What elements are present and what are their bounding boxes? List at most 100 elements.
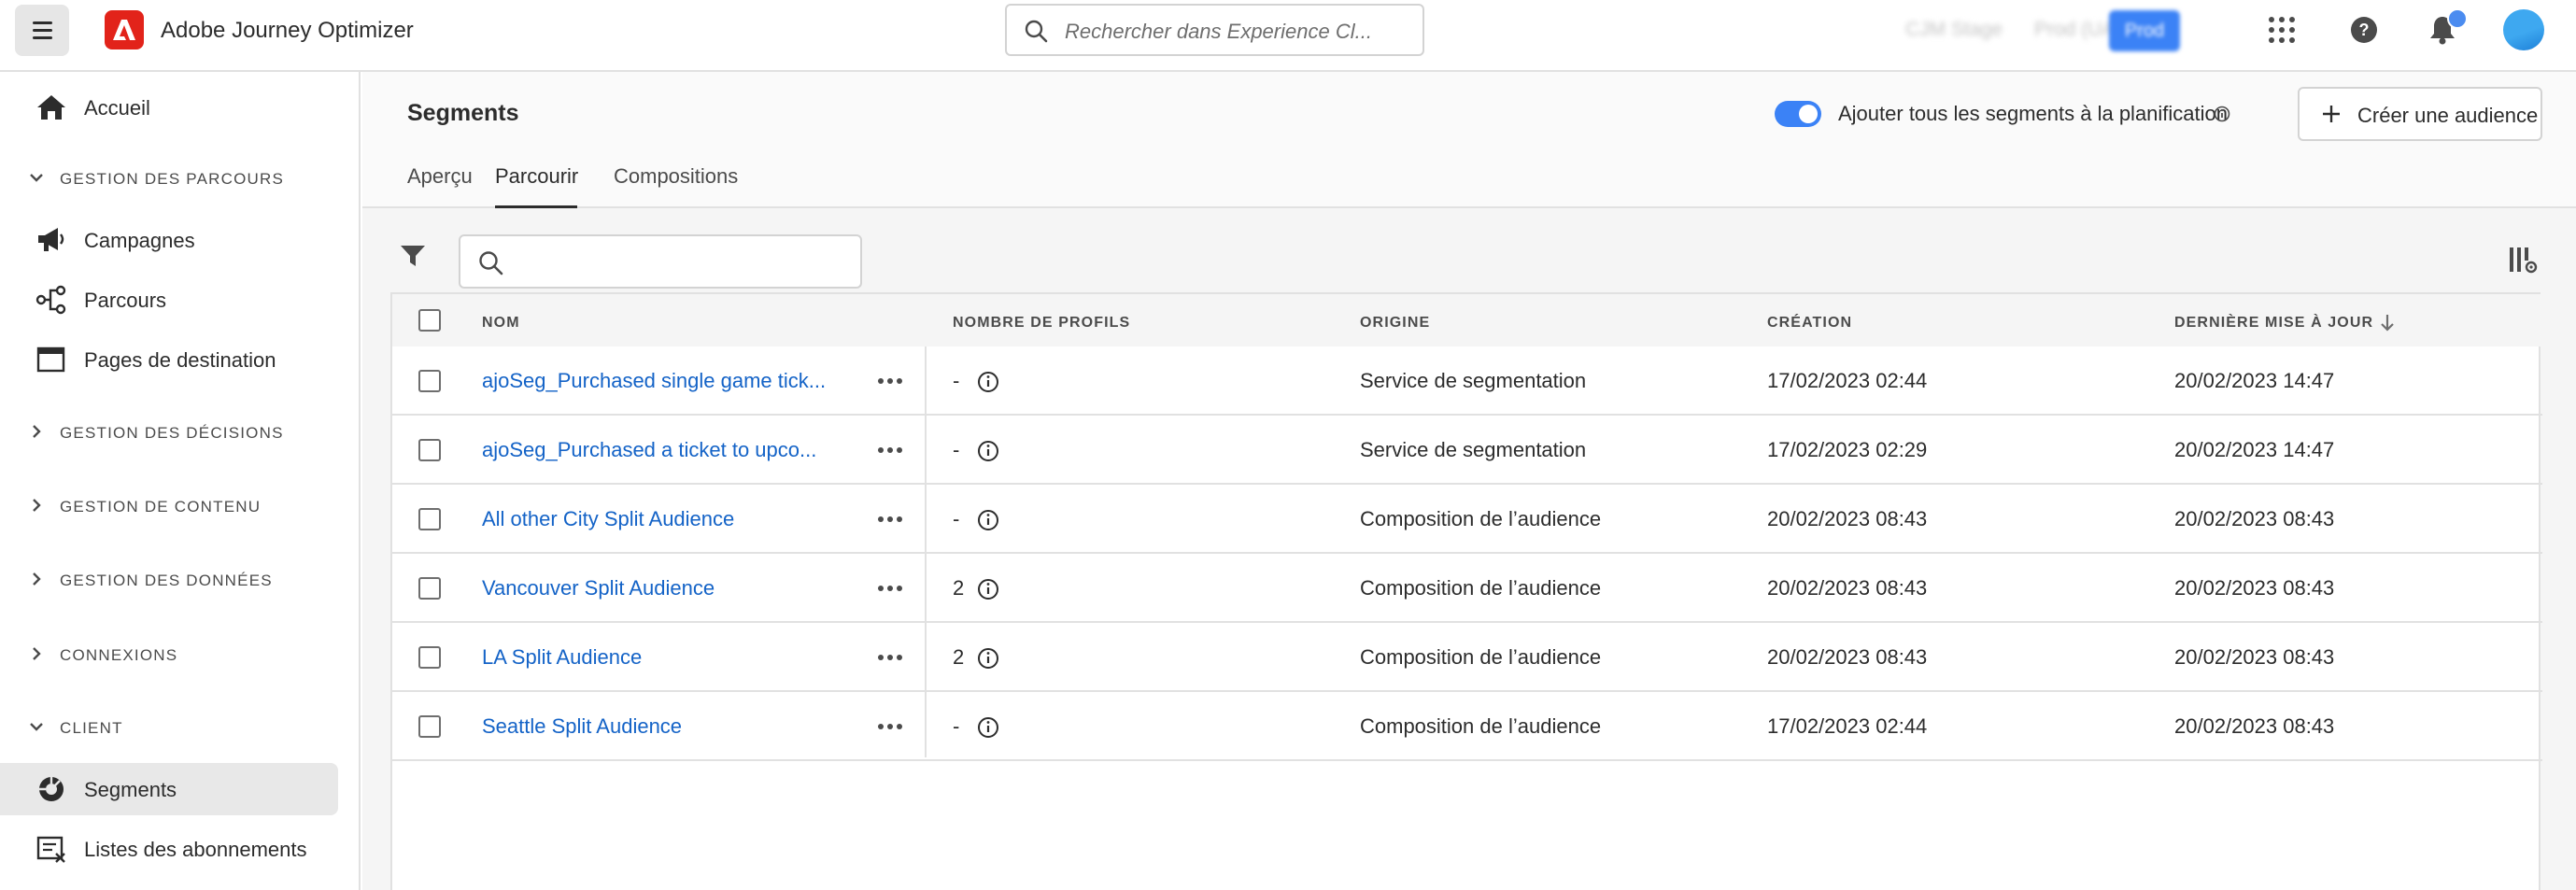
search-icon xyxy=(1025,20,1048,43)
sidebar-item-landing-pages[interactable]: Pages de destination xyxy=(0,333,338,386)
table-row[interactable]: ajoSeg_Purchased a ticket to upco... - Ser… xyxy=(392,416,2542,485)
sidebar-item-label: Pages de destination xyxy=(84,348,276,372)
sidebar-section-label: CONNEXIONS xyxy=(60,646,178,664)
column-header-profiles[interactable]: NOMBRE DE PROFILS xyxy=(953,315,1130,332)
tab-compositions[interactable]: Compositions xyxy=(614,164,744,208)
row-checkbox[interactable] xyxy=(418,508,441,530)
info-icon[interactable] xyxy=(977,716,999,739)
sidebar-item-home[interactable]: Accueil xyxy=(0,81,338,134)
segment-name-link[interactable]: LA Split Audience xyxy=(482,645,642,670)
column-header-name[interactable]: NOM xyxy=(482,315,520,332)
row-checkbox[interactable] xyxy=(418,646,441,669)
info-icon[interactable] xyxy=(977,647,999,670)
sidebar-section-connections[interactable]: CONNEXIONS xyxy=(0,634,336,675)
sidebar-section-label: GESTION DES PARCOURS xyxy=(60,170,284,188)
segment-name-link[interactable]: All other City Split Audience xyxy=(482,507,734,531)
adobe-logo[interactable] xyxy=(105,10,144,49)
created-date: 17/02/2023 02:44 xyxy=(1767,714,1928,738)
segment-search-input[interactable] xyxy=(459,234,862,289)
app-title[interactable]: Adobe Journey Optimizer xyxy=(161,18,414,44)
more-actions-icon[interactable] xyxy=(878,447,902,453)
search-icon xyxy=(479,251,503,275)
sort-descending-icon[interactable] xyxy=(2380,314,2395,332)
table-row[interactable]: Seattle Split Audience - Composition de l’… xyxy=(392,692,2542,761)
sidebar-section-data[interactable]: GESTION DES DONNÉES xyxy=(0,559,336,600)
column-header-created[interactable]: CRÉATION xyxy=(1767,315,1852,332)
segments-icon xyxy=(39,777,64,801)
column-header-origin[interactable]: ORIGINE xyxy=(1360,315,1430,332)
tab-browse[interactable]: Parcourir xyxy=(495,164,578,208)
created-date: 17/02/2023 02:44 xyxy=(1767,369,1928,392)
help-icon[interactable]: ? xyxy=(2350,16,2378,44)
sidebar-item-subscription-lists[interactable]: Listes des abonnements xyxy=(0,823,338,875)
updated-date: 20/02/2023 08:43 xyxy=(2174,507,2335,530)
info-icon[interactable] xyxy=(977,371,999,393)
top-bar: Adobe Journey Optimizer Rechercher dans … xyxy=(0,0,2576,72)
subscription-list-icon xyxy=(36,836,65,863)
table-row[interactable]: ajoSeg_Purchased single game tick... - Ser… xyxy=(392,346,2542,416)
environment-badge[interactable]: Prod xyxy=(2109,10,2180,51)
profile-count: - xyxy=(953,369,960,392)
sidebar-section-decisions[interactable]: GESTION DES DÉCISIONS xyxy=(0,412,336,453)
more-actions-icon[interactable] xyxy=(878,724,902,729)
profile-count: 2 xyxy=(953,645,965,669)
column-settings-icon[interactable] xyxy=(2508,246,2538,274)
plus-icon xyxy=(2323,106,2340,122)
more-actions-icon[interactable] xyxy=(878,586,902,591)
segment-origin: Composition de l’audience xyxy=(1360,645,1602,669)
sidebar: Accueil GESTION DES PARCOURS Campagnes P… xyxy=(0,72,361,890)
select-all-checkbox[interactable] xyxy=(418,309,441,332)
row-checkbox[interactable] xyxy=(418,439,441,461)
created-date: 20/02/2023 08:43 xyxy=(1767,507,1928,530)
landing-page-icon xyxy=(36,346,65,373)
row-checkbox[interactable] xyxy=(418,370,441,392)
add-all-segments-toggle[interactable] xyxy=(1775,101,1821,127)
menu-icon[interactable] xyxy=(15,5,69,56)
global-search-input[interactable]: Rechercher dans Experience Cl... xyxy=(1005,4,1424,56)
sidebar-item-label: Parcours xyxy=(84,289,167,312)
journey-icon xyxy=(35,285,66,315)
tab-overview[interactable]: Aperçu xyxy=(407,164,476,208)
table-row[interactable]: Vancouver Split Audience 2 Composition de … xyxy=(392,554,2542,623)
apps-grid-icon[interactable] xyxy=(2268,16,2296,44)
sidebar-section-journeys[interactable]: GESTION DES PARCOURS xyxy=(0,158,336,199)
info-icon[interactable] xyxy=(977,509,999,531)
sidebar-item-journeys[interactable]: Parcours xyxy=(0,274,338,326)
info-icon[interactable] xyxy=(977,578,999,600)
more-actions-icon[interactable] xyxy=(878,655,902,660)
created-date: 20/02/2023 08:43 xyxy=(1767,645,1928,669)
create-audience-label: Créer une audience xyxy=(2357,104,2539,127)
table-row[interactable]: All other City Split Audience - Compositio… xyxy=(392,485,2542,554)
row-checkbox[interactable] xyxy=(418,715,441,738)
segment-name-link[interactable]: Vancouver Split Audience xyxy=(482,576,715,600)
sidebar-section-label: GESTION DES DONNÉES xyxy=(60,572,273,589)
segment-name-link[interactable]: Seattle Split Audience xyxy=(482,714,682,739)
sidebar-section-client[interactable]: CLIENT xyxy=(0,707,336,748)
updated-date: 20/02/2023 08:43 xyxy=(2174,645,2335,669)
sidebar-item-campaigns[interactable]: Campagnes xyxy=(0,214,338,266)
filter-icon[interactable] xyxy=(400,244,426,268)
created-date: 20/02/2023 08:43 xyxy=(1767,576,1928,600)
segment-name-link[interactable]: ajoSeg_Purchased single game tick... xyxy=(482,369,826,393)
org-switcher[interactable]: CJM Stage xyxy=(1905,19,2003,41)
info-icon[interactable] xyxy=(2214,106,2230,122)
more-actions-icon[interactable] xyxy=(878,378,902,384)
sidebar-section-content[interactable]: GESTION DE CONTENU xyxy=(0,486,336,527)
profile-count: - xyxy=(953,714,960,738)
megaphone-icon xyxy=(38,228,64,251)
table-row[interactable]: LA Split Audience 2 Composition de l’audie… xyxy=(392,623,2542,692)
home-icon xyxy=(37,95,65,120)
row-checkbox[interactable] xyxy=(418,577,441,600)
create-audience-button[interactable]: Créer une audience xyxy=(2298,87,2542,141)
sidebar-item-segments[interactable]: Segments xyxy=(0,763,338,815)
profile-count: - xyxy=(953,438,960,461)
info-icon[interactable] xyxy=(977,440,999,462)
column-header-last-updated[interactable]: DERNIÈRE MISE À JOUR xyxy=(2174,315,2373,332)
sidebar-item-label: Segments xyxy=(84,778,177,801)
segment-name-link[interactable]: ajoSeg_Purchased a ticket to upco... xyxy=(482,438,816,462)
chevron-right-icon xyxy=(33,425,41,438)
more-actions-icon[interactable] xyxy=(878,516,902,522)
segments-table: NOM NOMBRE DE PROFILS ORIGINE CRÉATION D… xyxy=(390,292,2542,890)
segment-origin: Composition de l’audience xyxy=(1360,576,1602,600)
user-avatar[interactable] xyxy=(2503,9,2544,50)
